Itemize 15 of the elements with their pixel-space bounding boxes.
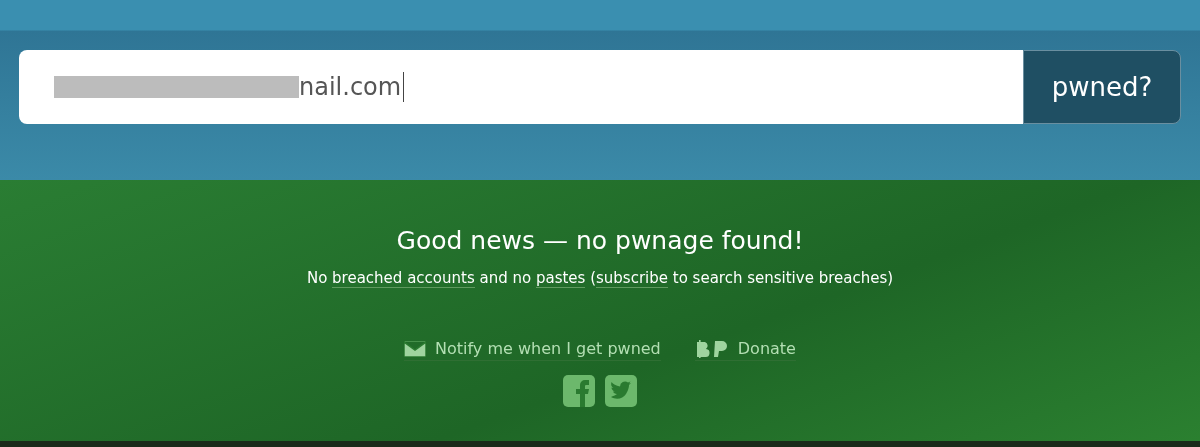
text-caret [403,72,405,102]
notify-link[interactable]: Notify me when I get pwned [404,339,661,361]
summary-link[interactable]: breached accounts [332,269,475,288]
twitter-icon[interactable] [605,375,637,407]
donate-link[interactable]: Donate [694,339,796,361]
email-field[interactable]: nail.com [19,50,1023,124]
result-summary: No breached accounts and no pastes (subscribe to search sensitive breaches) [306,269,894,287]
summary-link[interactable]: pastes [535,269,586,288]
facebook-icon[interactable] [563,375,595,407]
pwned-button[interactable]: pwned? [1023,50,1181,124]
payment-icon [694,339,729,358]
email-value: nail.com [299,73,402,101]
envelope-icon [404,340,427,357]
summary-link[interactable]: subscribe [596,269,668,288]
result-title: Good news — no pwnage found! [396,226,804,255]
